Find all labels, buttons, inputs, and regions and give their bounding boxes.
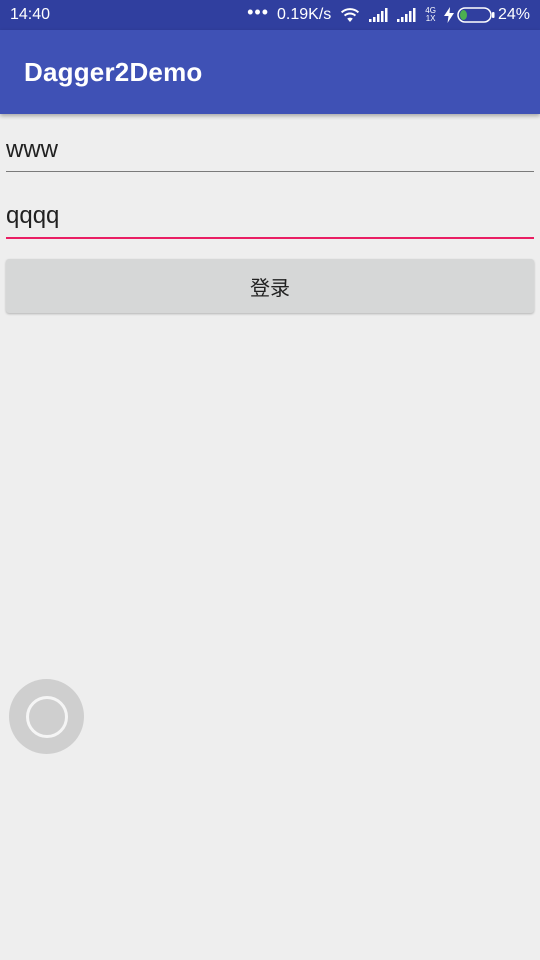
signal-icon [369,8,389,22]
battery-percent: 24% [497,6,530,23]
login-button[interactable]: 登录 [6,259,534,313]
status-time: 14:40 [10,6,51,23]
app-title: Dagger2Demo [24,57,203,87]
wifi-icon [339,7,361,23]
battery: 24% [443,6,530,24]
charging-icon [443,7,454,23]
login-button-label: 登录 [250,275,290,300]
app-bar: Dagger2Demo [0,30,540,114]
more-notifications-icon: ••• [247,2,270,22]
signal-icon [397,8,417,22]
status-bar: 14:40 ••• 0.19K/s 4G 1X 24% [0,0,540,30]
network-speed: 0.19K/s [277,6,332,23]
battery-icon [457,7,495,23]
assistive-touch-icon[interactable] [9,679,84,754]
status-icons: ••• 0.19K/s 4G 1X 24% [247,2,530,24]
network-type: 4G 1X [425,6,436,23]
assistive-touch-inner [25,695,68,738]
password-field[interactable] [6,199,534,239]
username-field[interactable] [6,132,534,172]
